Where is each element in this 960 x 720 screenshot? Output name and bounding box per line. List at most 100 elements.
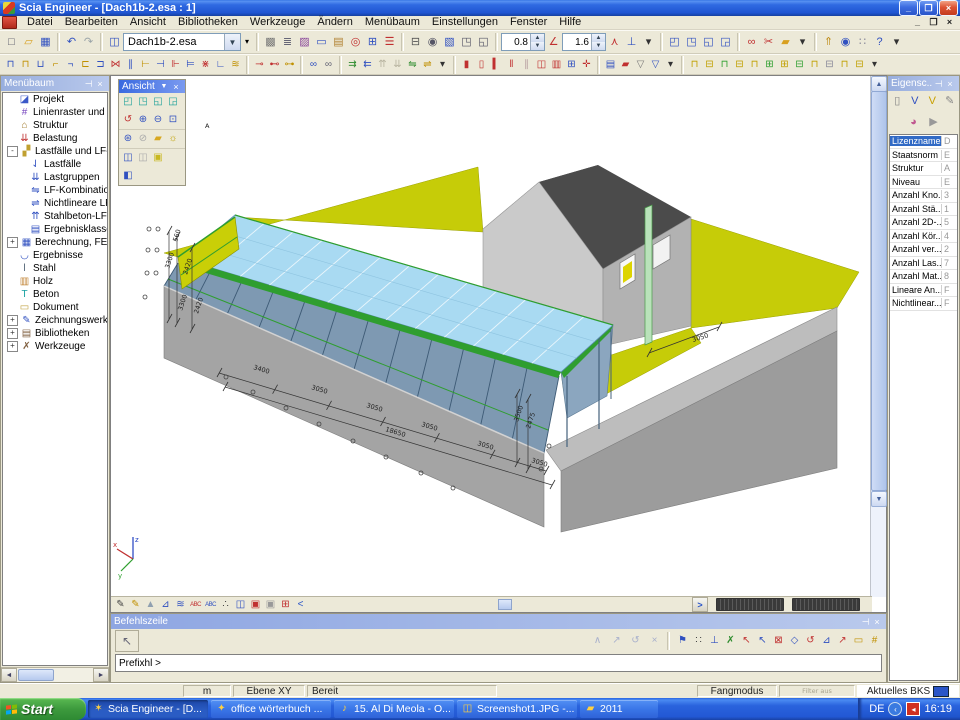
units-icon[interactable]: ▩ — [262, 34, 279, 51]
combobox-dropdown-icon[interactable]: ▼ — [224, 34, 240, 50]
view-cube-3d-icon[interactable]: ◧ — [121, 169, 135, 183]
mdi-restore-button[interactable]: ❐ — [927, 17, 940, 28]
column-left-icon[interactable]: ⌐ — [48, 57, 63, 72]
hinge-link-3-icon[interactable]: ⊶ — [282, 57, 297, 72]
tree-item-projekt[interactable]: ◪Projekt — [3, 93, 107, 106]
zoom-in-icon[interactable]: ⊕ — [136, 113, 150, 127]
animation-slider-2[interactable] — [792, 598, 860, 611]
zoom-selection-icon[interactable]: ⊘ — [136, 132, 150, 146]
property-row[interactable]: Anzahl Stä...1 — [890, 203, 957, 217]
menu-datei[interactable]: Datei — [21, 16, 59, 29]
collapse-left-icon[interactable]: < — [293, 597, 308, 612]
open-viewpoint-folder-icon[interactable]: ▰ — [151, 132, 165, 146]
tree-item-belastung[interactable]: ⇊Belastung — [3, 132, 107, 145]
cross-connect-icon[interactable]: ⋈ — [108, 57, 123, 72]
menu-einstellungen[interactable]: Einstellungen — [426, 16, 504, 29]
support-grid-icon[interactable]: ⊞ — [564, 57, 579, 72]
command-input[interactable]: Prefixhl > — [115, 654, 882, 672]
tree-item-beton[interactable]: TBeton — [3, 288, 107, 301]
eigenschaften-close-icon[interactable]: × — [944, 79, 956, 89]
layout-panel-icon[interactable]: ◫ — [106, 34, 123, 51]
member-cut-icon[interactable]: ⊩ — [168, 57, 183, 72]
support-target-icon[interactable]: ✛ — [579, 57, 594, 72]
model-viewport[interactable]: z x y A560330024203300242034003050305030… — [110, 75, 887, 613]
taskbar-task-2[interactable]: ✦office wörterbuch ... — [211, 700, 331, 718]
filter-more-icon[interactable]: ▾ — [663, 57, 678, 72]
tree-expander-icon[interactable]: + — [7, 341, 18, 352]
render-image-icon[interactable]: ▨ — [296, 34, 313, 51]
eigenschaften-pin-icon[interactable]: ⊤ — [933, 78, 944, 90]
vscroll-down-icon[interactable]: ▼ — [871, 491, 887, 507]
scale-loads-icon[interactable]: ⊥ — [623, 34, 640, 51]
property-row[interactable]: Anzahl Las...7 — [890, 257, 957, 271]
support-slab-icon[interactable]: ◫ — [534, 57, 549, 72]
menubaum-pin-icon[interactable]: ⊤ — [83, 78, 94, 90]
filter-funnel-1-icon[interactable]: ▽ — [633, 57, 648, 72]
frame-load-11-icon[interactable]: ⊓ — [837, 57, 852, 72]
hinge-link-1-icon[interactable]: ⊸ — [252, 57, 267, 72]
pair-nodes-1-icon[interactable]: ∞ — [306, 57, 321, 72]
rotate-ucs-icon[interactable]: ↺ — [121, 113, 135, 127]
ansicht-close-icon[interactable]: × — [170, 82, 182, 92]
view-z-icon[interactable]: ◱ — [151, 95, 165, 109]
ansicht-dropdown-icon[interactable]: ▼ — [158, 83, 170, 90]
view-window-red-icon[interactable]: ▣ — [248, 597, 263, 612]
hscroll-right-icon[interactable]: ► — [93, 668, 109, 682]
frame-load-1-icon[interactable]: ⊓ — [687, 57, 702, 72]
group-ghost-1-icon[interactable]: ⇈ — [375, 57, 390, 72]
expand-right-button[interactable]: > — [692, 597, 708, 612]
restore-button[interactable]: ❐ — [919, 0, 938, 16]
support-ghost-icon[interactable]: ∥ — [519, 57, 534, 72]
mdi-close-button[interactable]: × — [943, 17, 956, 28]
hscroll-left-icon[interactable]: ◄ — [1, 668, 17, 682]
cut-selection-icon[interactable]: ✂ — [760, 34, 777, 51]
property-row[interactable]: StaatsnormE — [890, 149, 957, 163]
point-grid-icon[interactable]: ∷ — [854, 34, 871, 51]
tree-item-stahl[interactable]: ⅠStahl — [3, 262, 107, 275]
member-end-icon[interactable]: ⊐ — [93, 57, 108, 72]
window-view-2-icon[interactable]: ◳ — [683, 34, 700, 51]
tree-item-ergebnisklasse[interactable]: ▤Ergebnisklasse — [3, 223, 107, 236]
snap-grid-dots-icon[interactable]: ∷ — [691, 634, 706, 649]
level-lines-icon[interactable]: ⊿ — [158, 597, 173, 612]
project-file-combobox[interactable]: Dach1b-2.esa ▼ — [123, 33, 241, 51]
status-plane[interactable]: Ebene XY — [233, 685, 305, 697]
status-unit[interactable]: m — [183, 685, 231, 697]
member-join-icon[interactable]: ⊢ — [138, 57, 153, 72]
frame-load-8-icon[interactable]: ⊟ — [792, 57, 807, 72]
undo-icon[interactable]: ↶ — [63, 34, 80, 51]
tree-item-struktur[interactable]: ⌂Struktur — [3, 119, 107, 132]
annotate-pen-icon[interactable]: ✎ — [113, 597, 128, 612]
spinner1-up-icon[interactable]: ▲ — [531, 34, 544, 42]
gallery-book-icon[interactable]: ▧ — [441, 34, 458, 51]
select-loop-icon[interactable]: ↺ — [628, 634, 643, 649]
group-refresh-icon[interactable]: ⇋ — [405, 57, 420, 72]
tree-item-ergebnisse[interactable]: ◡Ergebnisse — [3, 249, 107, 262]
pick-cursor-button[interactable]: ↖ — [115, 630, 139, 652]
vscroll-thumb[interactable] — [871, 91, 887, 491]
support-line-icon[interactable]: ‖ — [504, 57, 519, 72]
label-abc-blue-icon[interactable]: ABC — [203, 597, 218, 612]
group-ghost-2-icon[interactable]: ⇊ — [390, 57, 405, 72]
trim-members-icon[interactable]: ≋ — [228, 57, 243, 72]
tree-item-linienraster-und-gr[interactable]: #Linienraster und Gr — [3, 106, 107, 119]
start-button[interactable]: Start — [0, 698, 86, 720]
tree-item-lastf-lle-und-lf-ko[interactable]: -▞Lastfälle und LF-Ko — [3, 145, 107, 158]
scale-spinner-2[interactable]: 1.6 ▲▼ — [562, 33, 606, 51]
save-small-icon[interactable]: ▤ — [603, 57, 618, 72]
member-start-icon[interactable]: ⊏ — [78, 57, 93, 72]
befehlszeile-pin-icon[interactable]: ⊤ — [860, 616, 871, 628]
file-open-icon[interactable]: ▱ — [20, 34, 37, 51]
file-save-icon[interactable]: ▦ — [37, 34, 54, 51]
menu-men-baum[interactable]: Menübaum — [359, 16, 426, 29]
hinge-link-2-icon[interactable]: ⊷ — [267, 57, 282, 72]
print-icon[interactable]: ⊟ — [407, 34, 424, 51]
prop-door-icon[interactable]: ▯ — [890, 93, 905, 110]
frame-load-9-icon[interactable]: ⊓ — [807, 57, 822, 72]
support-fixed-icon[interactable]: ▮ — [459, 57, 474, 72]
section-box-icon[interactable]: ◫ — [233, 597, 248, 612]
property-row[interactable]: Anzahl 2D-...5 — [890, 216, 957, 230]
viewport-vscrollbar[interactable]: ▲ ▼ — [870, 76, 886, 597]
splitter-handle[interactable] — [498, 599, 512, 610]
select-next-icon[interactable]: ↗ — [609, 634, 624, 649]
